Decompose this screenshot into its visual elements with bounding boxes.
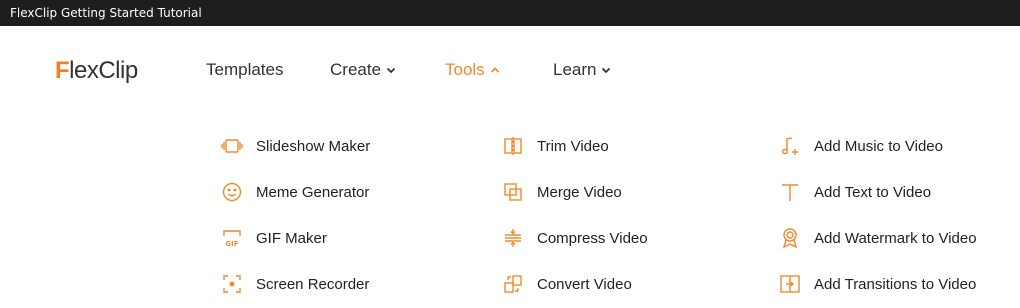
tool-add-transitions[interactable]: Add Transitions to Video [779, 272, 976, 296]
tool-add-watermark[interactable]: Add Watermark to Video [779, 226, 977, 250]
tool-compress-video[interactable]: Compress Video [502, 226, 648, 250]
logo-text: FlexClip [55, 57, 138, 85]
transition-icon [779, 273, 801, 295]
tool-label: Add Text to Video [814, 183, 932, 201]
nav-templates[interactable]: Templates [206, 58, 283, 82]
tool-label: Compress Video [537, 229, 648, 247]
nav-tools-label: Tools [445, 60, 485, 79]
music-note-icon [779, 135, 801, 157]
screen-record-icon [221, 273, 243, 295]
tool-gif-maker[interactable]: GIF GIF Maker [221, 226, 327, 250]
trim-icon [502, 135, 524, 157]
window-title-bar: FlexClip Getting Started Tutorial [0, 0, 1020, 26]
tool-label: Add Watermark to Video [814, 229, 977, 247]
tool-label: Merge Video [537, 183, 622, 201]
nav-learn-label: Learn [553, 60, 597, 79]
tool-label: Add Transitions to Video [814, 275, 977, 293]
convert-icon [502, 273, 524, 295]
svg-text:GIF: GIF [225, 240, 238, 248]
nav-create-label: Create [330, 60, 382, 79]
tool-slideshow-maker[interactable]: Slideshow Maker [221, 134, 370, 158]
tool-label: Screen Recorder [256, 275, 370, 293]
tool-convert-video[interactable]: Convert Video [502, 272, 632, 296]
tool-trim-video[interactable]: Trim Video [502, 134, 609, 158]
flexclip-logo[interactable]: FlexClip [55, 55, 138, 87]
watermark-icon [779, 227, 801, 249]
nav-templates-label: Templates [206, 60, 284, 79]
tool-merge-video[interactable]: Merge Video [502, 180, 622, 204]
compress-icon [502, 227, 524, 249]
tool-meme-generator[interactable]: Meme Generator [221, 180, 369, 204]
nav-tools[interactable]: Tools [445, 58, 500, 82]
smiley-icon [221, 181, 243, 203]
merge-icon [502, 181, 524, 203]
window-title: FlexClip Getting Started Tutorial [10, 6, 202, 20]
tool-label: Add Music to Video [814, 137, 943, 155]
tool-label: GIF Maker [256, 229, 327, 247]
tool-screen-recorder[interactable]: Screen Recorder [221, 272, 369, 296]
nav-learn[interactable]: Learn [553, 58, 611, 82]
tool-label: Slideshow Maker [256, 137, 371, 155]
tool-label: Meme Generator [256, 183, 370, 201]
chevron-down-icon [386, 65, 396, 75]
text-icon [779, 181, 801, 203]
chevron-up-icon [490, 65, 500, 75]
tool-label: Convert Video [537, 275, 632, 293]
nav-create[interactable]: Create [330, 58, 396, 82]
chevron-down-icon [601, 65, 611, 75]
tool-add-music[interactable]: Add Music to Video [779, 134, 943, 158]
tool-label: Trim Video [537, 137, 609, 155]
logo-letter-f: F [55, 57, 70, 84]
tool-add-text[interactable]: Add Text to Video [779, 180, 931, 204]
logo-wordmark-rest: lexClip [69, 57, 138, 84]
gif-icon: GIF [221, 227, 243, 249]
slideshow-icon [221, 135, 243, 157]
